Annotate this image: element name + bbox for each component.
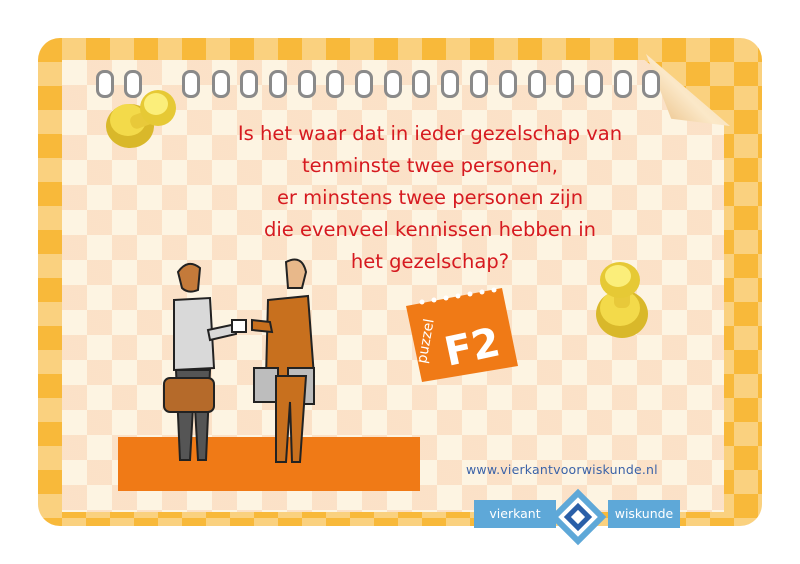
ring [528, 70, 546, 98]
question-line: Is het waar dat in ieder gezelschap van [237, 122, 623, 145]
ring [326, 70, 344, 98]
ring [240, 70, 258, 98]
logo-text-right: wiskunde [608, 500, 680, 528]
logo-text-left: vierkant [474, 500, 556, 528]
ring [556, 70, 574, 98]
push-pin-icon [106, 90, 176, 148]
puzzle-tag: puzzel F2 [406, 287, 518, 382]
ring [585, 70, 603, 98]
ring [412, 70, 430, 98]
ring [212, 70, 230, 98]
question-line: die evenveel kennissen hebben in [263, 218, 597, 241]
ring [470, 70, 488, 98]
ring [441, 70, 459, 98]
ring [384, 70, 402, 98]
ring [614, 70, 632, 98]
website-url: www.vierkantvoorwiskunde.nl [466, 462, 658, 477]
handshake-people-illustration [163, 258, 316, 463]
ring [298, 70, 316, 98]
ring [269, 70, 287, 98]
ring [182, 70, 200, 98]
ring [499, 70, 517, 98]
question-line: er minstens twee personen zijn [276, 186, 584, 209]
ring [642, 70, 660, 98]
vierkant-voor-wiskunde-logo-icon [549, 488, 607, 546]
question-line: tenminste twee personen, [302, 154, 558, 177]
ring [355, 70, 373, 98]
